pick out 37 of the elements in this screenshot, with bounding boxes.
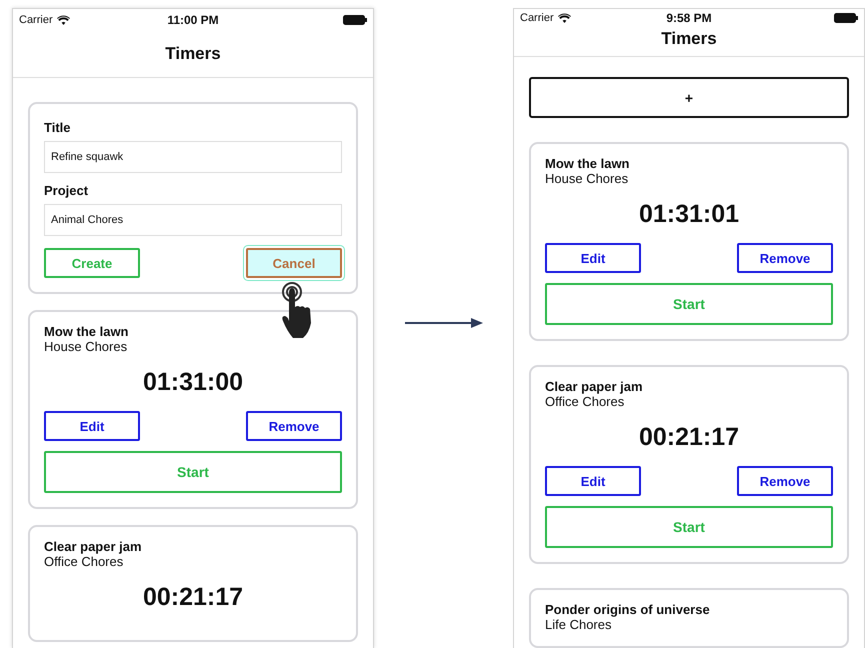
elapsed-time: 00:21:17 bbox=[142, 583, 244, 612]
timer-title: Mow the lawn bbox=[545, 156, 630, 171]
timer-project: Life Chores bbox=[545, 617, 612, 632]
elapsed-time: 00:21:17 bbox=[638, 423, 740, 452]
input-field[interactable]: Refine squawk bbox=[44, 141, 342, 173]
timer-title: Clear paper jam bbox=[545, 379, 644, 394]
elapsed-time: 01:31:00 bbox=[142, 368, 244, 397]
edit-button[interactable]: Edit bbox=[545, 243, 641, 273]
timer-title: Mow the lawn bbox=[44, 324, 130, 339]
edit-button[interactable]: Edit bbox=[44, 411, 140, 441]
timer-title: Ponder origins of universe bbox=[545, 602, 711, 617]
field-label: Title bbox=[44, 120, 72, 135]
remove-button[interactable]: Remove bbox=[737, 243, 833, 273]
screen-title: Timers bbox=[165, 44, 221, 64]
battery-icon bbox=[343, 14, 367, 24]
wifi-icon bbox=[558, 12, 571, 23]
status-time: 9:58 PM bbox=[666, 10, 712, 25]
add-button[interactable]: + bbox=[529, 77, 849, 118]
edit-button[interactable]: Edit bbox=[545, 466, 641, 496]
wifi-icon bbox=[56, 14, 70, 24]
elapsed-time: 01:31:01 bbox=[638, 200, 740, 229]
carrier-label: Carrier bbox=[520, 12, 554, 24]
timer-title: Clear paper jam bbox=[44, 539, 143, 554]
timer-project: Office Chores bbox=[545, 394, 626, 409]
timer-project: House Chores bbox=[44, 339, 128, 354]
timer-project: Office Chores bbox=[44, 554, 124, 569]
cancel-button[interactable]: Cancel bbox=[246, 248, 342, 278]
battery-icon bbox=[834, 12, 858, 23]
arrow-icon bbox=[404, 317, 482, 329]
input-field[interactable]: Animal Chores bbox=[44, 204, 342, 236]
carrier-label: Carrier bbox=[19, 14, 53, 26]
field-label: Project bbox=[44, 183, 90, 198]
status-time: 11:00 PM bbox=[167, 12, 219, 26]
remove-button[interactable]: Remove bbox=[737, 466, 833, 496]
screen-title: Timers bbox=[661, 28, 717, 49]
remove-button[interactable]: Remove bbox=[246, 411, 342, 441]
timer-project: House Chores bbox=[545, 171, 630, 186]
